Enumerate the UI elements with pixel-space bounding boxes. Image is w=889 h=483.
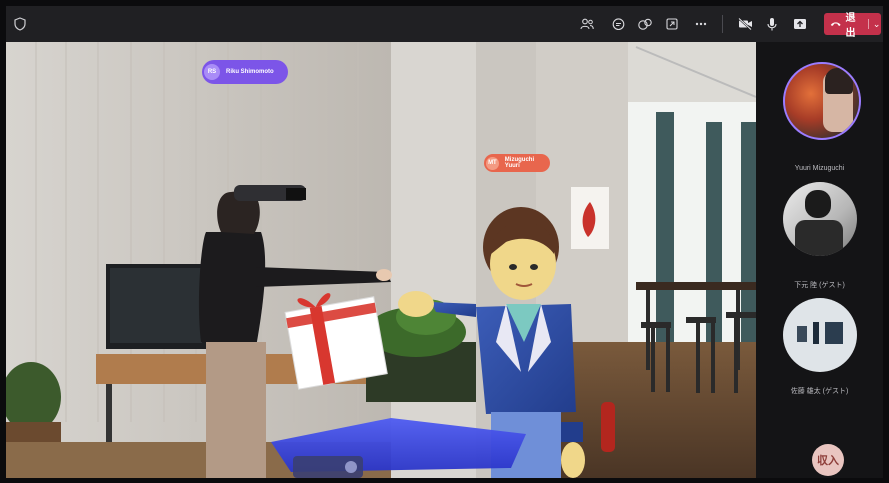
mixed-reality-scene	[6, 42, 756, 478]
name-tag-label: Mizuguchi Yuuri	[504, 157, 535, 169]
chat-icon[interactable]	[609, 15, 627, 33]
shield-icon	[14, 17, 26, 31]
name-tag-rs: RS Riku Shimomoto	[202, 60, 288, 84]
participant-video-2[interactable]	[783, 182, 857, 256]
participants-panel: Yuuri Mizuguchi 下元 陸 (ゲスト) 佐藤 雄太 (ゲスト) 収…	[756, 42, 883, 478]
share-screen-icon[interactable]	[791, 15, 809, 33]
name-tag-initials: RS	[204, 64, 220, 80]
mic-icon[interactable]	[763, 15, 781, 33]
participant-video-1[interactable]	[783, 62, 861, 140]
reactions-icon[interactable]	[636, 15, 654, 33]
chevron-down-icon[interactable]: ⌄	[867, 19, 881, 29]
participant-name: Yuuri Mizuguchi	[794, 165, 845, 172]
share-tray-icon[interactable]	[663, 15, 681, 33]
name-tag-label: Riku Shimomoto	[226, 69, 274, 75]
participant-count-badge[interactable]: 収入	[812, 444, 844, 476]
leave-label: 退出	[845, 13, 856, 39]
meeting-toolbar: 退出 ⌄	[6, 6, 883, 42]
people-icon[interactable]	[578, 15, 596, 33]
toolbar-divider	[722, 15, 723, 33]
hang-up-icon	[830, 22, 841, 27]
participant-video-3[interactable]	[783, 298, 857, 372]
meeting-window: 退出 ⌄ RS Riku Shimomoto MT Mizuguchi Yuur…	[6, 6, 883, 478]
camera-off-icon[interactable]	[736, 15, 754, 33]
participant-name: 佐藤 雄太 (ゲスト)	[790, 388, 849, 395]
name-tag-initials: MT	[486, 156, 499, 170]
name-tag-mt: MT Mizuguchi Yuuri	[484, 154, 550, 172]
video-feed: RS Riku Shimomoto MT Mizuguchi Yuuri	[6, 42, 756, 478]
leave-button[interactable]: 退出 ⌄	[824, 13, 881, 39]
more-icon[interactable]	[692, 15, 710, 33]
participant-name: 下元 陸 (ゲスト)	[794, 282, 845, 289]
